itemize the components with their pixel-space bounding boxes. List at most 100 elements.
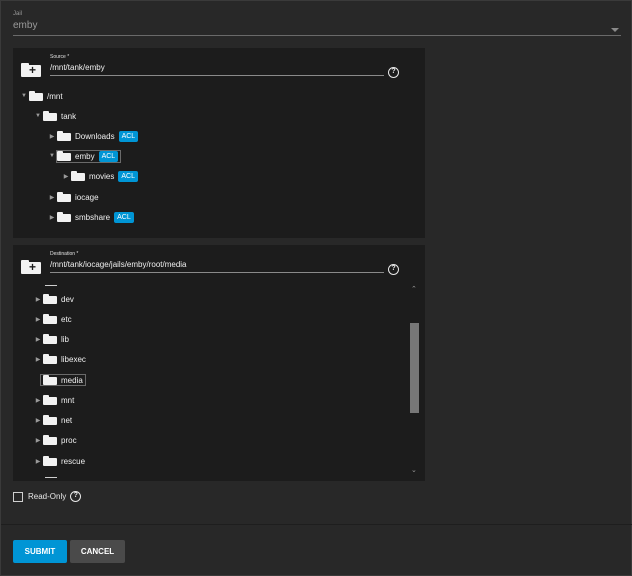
collapsed-caret-icon[interactable]: ▶: [33, 458, 43, 465]
acl-badge: ACL: [98, 150, 119, 162]
folder-icon: [43, 354, 57, 364]
collapsed-caret-icon[interactable]: ▶: [47, 214, 57, 221]
collapsed-caret-icon[interactable]: ▶: [33, 356, 43, 363]
tree-node-media[interactable]: media: [40, 372, 86, 388]
source-field[interactable]: Source * /mnt/tank/emby: [50, 54, 384, 76]
folder-icon: [43, 294, 57, 304]
node-label: /mnt: [47, 91, 63, 101]
folder-icon: [57, 151, 71, 161]
jail-label: Jail: [13, 11, 23, 17]
tree-node-emby[interactable]: ▼ emby ACL: [47, 148, 122, 164]
selected-node[interactable]: media: [40, 374, 86, 386]
clipped-folder-edge: [45, 477, 57, 478]
cancel-button[interactable]: CANCEL: [70, 540, 125, 563]
add-folder-icon[interactable]: +: [21, 63, 41, 77]
folder-icon: [71, 171, 85, 181]
node-label: libexec: [61, 354, 86, 364]
collapsed-caret-icon[interactable]: ▶: [47, 133, 57, 140]
tree-node-lib[interactable]: ▶ lib: [33, 331, 69, 347]
help-icon[interactable]: ?: [388, 264, 399, 275]
folder-icon: [43, 314, 57, 324]
jail-underline: [13, 35, 621, 36]
destination-explorer: + Destination * /mnt/tank/iocage/jails/e…: [13, 245, 425, 481]
read-only-label: Read-Only: [28, 492, 67, 501]
tree-node-rescue[interactable]: ▶ rescue: [33, 453, 85, 469]
node-label: dev: [61, 294, 74, 304]
tree-node-dev[interactable]: ▶ dev: [33, 291, 74, 307]
collapsed-caret-icon[interactable]: ▶: [33, 296, 43, 303]
help-icon[interactable]: ?: [388, 67, 399, 78]
tree-node-net[interactable]: ▶ net: [33, 412, 72, 428]
node-label: net: [61, 415, 73, 425]
scroll-down-icon[interactable]: ⌄: [411, 466, 417, 474]
tree-node-downloads[interactable]: ▶ Downloads ACL: [47, 128, 139, 144]
folder-icon: [57, 212, 71, 222]
destination-field[interactable]: Destination * /mnt/tank/iocage/jails/emb…: [50, 251, 384, 273]
source-input[interactable]: /mnt/tank/emby: [50, 63, 384, 72]
submit-button[interactable]: SUBMIT: [13, 540, 67, 563]
mount-point-dialog: Jail emby + Source * /mnt/tank/emby ? ▼ …: [0, 0, 632, 576]
jail-select[interactable]: Jail emby: [13, 11, 621, 36]
tree-node-movies[interactable]: ▶ movies ACL: [61, 168, 138, 184]
tree-node-iocage[interactable]: ▶ iocage: [47, 189, 99, 205]
tree-node-proc[interactable]: ▶ proc: [33, 432, 77, 448]
read-only-checkbox[interactable]: [13, 491, 23, 502]
help-icon[interactable]: ?: [70, 491, 82, 502]
acl-badge: ACL: [118, 170, 138, 182]
source-explorer: + Source * /mnt/tank/emby ? ▼ /mnt ▼ tan…: [13, 48, 425, 238]
node-label: emby: [75, 151, 95, 161]
folder-icon: [43, 395, 57, 405]
node-label: tank: [61, 111, 77, 121]
node-label: rescue: [61, 456, 86, 466]
node-label: mnt: [61, 395, 75, 405]
folder-icon: [43, 456, 57, 466]
node-label: media: [61, 375, 83, 385]
scrollbar-thumb[interactable]: [410, 323, 419, 413]
tree-node-libexec[interactable]: ▶ libexec: [33, 351, 86, 367]
clipped-folder-edge: [45, 285, 57, 286]
node-label: smbshare: [75, 212, 111, 222]
expanded-caret-icon[interactable]: ▼: [47, 153, 57, 159]
acl-badge: ACL: [114, 211, 134, 223]
collapsed-caret-icon[interactable]: ▶: [33, 417, 43, 424]
tree-node-smbshare[interactable]: ▶ smbshare ACL: [47, 209, 134, 225]
expanded-caret-icon[interactable]: ▼: [19, 93, 29, 99]
expanded-caret-icon[interactable]: ▼: [33, 113, 43, 119]
collapsed-caret-icon[interactable]: ▶: [33, 437, 43, 444]
collapsed-caret-icon[interactable]: ▶: [33, 316, 43, 323]
collapsed-caret-icon[interactable]: ▶: [61, 173, 71, 180]
collapsed-caret-icon[interactable]: ▶: [33, 336, 43, 343]
dropdown-arrow-icon[interactable]: [611, 28, 619, 32]
destination-input[interactable]: /mnt/tank/iocage/jails/emby/root/media: [50, 260, 384, 269]
folder-icon: [29, 91, 43, 101]
tree-node-mnt[interactable]: ▼ /mnt: [19, 88, 63, 104]
scroll-up-icon[interactable]: ⌃: [411, 285, 417, 293]
folder-icon: [57, 192, 71, 202]
folder-icon: [43, 334, 57, 344]
node-label: etc: [61, 314, 72, 324]
node-label: movies: [89, 171, 115, 181]
read-only-option: Read-Only ?: [13, 491, 82, 502]
node-label: lib: [61, 334, 70, 344]
folder-icon: [57, 131, 71, 141]
folder-icon: [43, 111, 57, 121]
destination-scrollbar[interactable]: ⌃ ⌄: [410, 285, 420, 477]
source-label: Source *: [50, 54, 70, 60]
tree-node-tank[interactable]: ▼ tank: [33, 108, 76, 124]
acl-badge: ACL: [118, 130, 139, 142]
selected-node[interactable]: emby ACL: [55, 149, 122, 163]
collapsed-caret-icon[interactable]: ▶: [47, 194, 57, 201]
node-label: Downloads: [75, 131, 115, 141]
node-label: proc: [61, 435, 77, 445]
jail-value: emby: [13, 20, 38, 31]
collapsed-caret-icon[interactable]: ▶: [33, 397, 43, 404]
node-label: iocage: [75, 192, 99, 202]
tree-node-mnt[interactable]: ▶ mnt: [33, 392, 74, 408]
folder-icon: [43, 415, 57, 425]
add-folder-icon[interactable]: +: [21, 260, 41, 274]
tree-node-etc[interactable]: ▶ etc: [33, 311, 72, 327]
footer-divider: [1, 524, 632, 525]
folder-icon: [43, 435, 57, 445]
destination-label: Destination *: [50, 251, 79, 257]
folder-icon: [43, 375, 57, 385]
